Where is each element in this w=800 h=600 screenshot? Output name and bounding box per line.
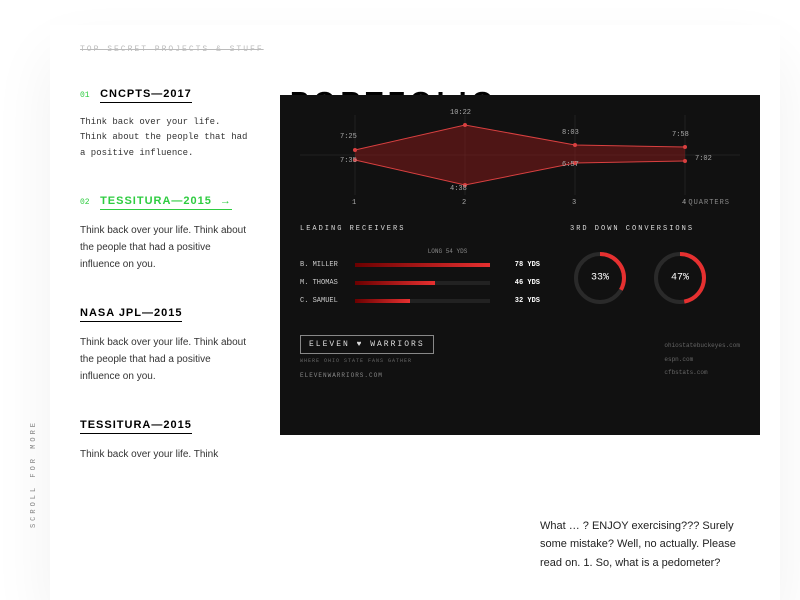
line-chart: 7:25 7:35 10:22 4:38 8:03 6:57 7:58 7:02… (300, 105, 740, 205)
chart-point-label: 7:58 (672, 131, 689, 139)
bar-chart-bar (355, 263, 490, 267)
chart-point-label: 10:22 (450, 109, 471, 117)
gauge: 33% (570, 248, 630, 308)
project-title[interactable]: NASA JPL—2015 (80, 307, 182, 322)
x-tick: 3 (572, 199, 576, 207)
source-link[interactable]: ohiostatebuckeyes.com (664, 339, 740, 352)
chart-point-label: 7:25 (340, 133, 357, 141)
chart-point-label: 7:02 (695, 155, 712, 163)
project-title[interactable]: TESSITURA—2015 (80, 419, 192, 434)
gauge: 47% (650, 248, 710, 308)
site-url[interactable]: ELEVENWARRIORS.COM (300, 372, 434, 379)
project-item[interactable]: TESSITURA—2015 Think back over your life… (80, 415, 250, 463)
long-yds-label: LONG 54 YDS (355, 248, 540, 255)
gauge-value: 47% (671, 273, 689, 284)
sources-list: ohiostatebuckeyes.com espn.com cfbstats.… (664, 339, 740, 379)
receiver-yds: 32 YDS (500, 297, 540, 305)
project-title[interactable]: CNCPTS—2017 (100, 88, 192, 103)
receiver-yds: 78 YDS (500, 261, 540, 269)
gauge-value: 33% (591, 273, 609, 284)
project-desc: Think back over your life. Think about t… (80, 115, 250, 161)
project-item[interactable]: 01 CNCPTS—2017 Think back over your life… (80, 84, 250, 161)
x-tick: 2 (462, 199, 466, 207)
project-item[interactable]: NASA JPL—2015 Think back over your life.… (80, 303, 250, 385)
section-title: LEADING RECEIVERS (300, 225, 540, 233)
x-tick: 4 (682, 199, 686, 207)
third-down-conversions: 3RD DOWN CONVERSIONS 33% 47% (570, 225, 740, 315)
logo-subtitle: WHERE OHIO STATE FANS GATHER (300, 358, 434, 364)
bar-chart-bar (355, 299, 490, 303)
chart-point-label: 4:38 (450, 185, 467, 193)
project-desc: Think back over your life. Think about t… (80, 222, 250, 273)
receiver-name: M. THOMAS (300, 279, 355, 287)
receiver-name: C. SAMUEL (300, 297, 355, 305)
arrow-right-icon: → (216, 195, 232, 207)
project-title[interactable]: TESSITURA—2015 → (100, 195, 232, 210)
receiver-row: B. MILLER 78 YDS (300, 261, 540, 269)
project-list: 01 CNCPTS—2017 Think back over your life… (80, 84, 250, 573)
body-text: What … ? ENJOY exercising??? Surely some… (540, 517, 750, 573)
analytics-panel: 7:25 7:35 10:22 4:38 8:03 6:57 7:58 7:02… (280, 95, 760, 435)
chart-point-label: 7:35 (340, 157, 357, 165)
x-tick: 1 (352, 199, 356, 207)
top-secret-label: TOP SECRET PROJECTS & STUFF (80, 45, 750, 54)
chart-point-label: 6:57 (562, 161, 579, 169)
chart-point-label: 8:03 (562, 129, 579, 137)
panel-footer-brand: ELEVEN ♥ WARRIORS WHERE OHIO STATE FANS … (300, 335, 434, 379)
scroll-for-more: SCROLL FOR MORE (30, 420, 38, 528)
receiver-row: M. THOMAS 46 YDS (300, 279, 540, 287)
source-link[interactable]: cfbstats.com (664, 366, 740, 379)
project-number: 01 (80, 91, 90, 100)
x-axis-label: QUARTERS (688, 199, 730, 207)
source-link[interactable]: espn.com (664, 353, 740, 366)
leading-receivers: LEADING RECEIVERS LONG 54 YDS B. MILLER … (300, 225, 540, 315)
receiver-name: B. MILLER (300, 261, 355, 269)
bar-chart-bar (355, 281, 490, 285)
receiver-row: C. SAMUEL 32 YDS (300, 297, 540, 305)
section-title: 3RD DOWN CONVERSIONS (570, 225, 740, 233)
project-number: 02 (80, 198, 90, 207)
project-desc: Think back over your life. Think about t… (80, 334, 250, 385)
project-desc: Think back over your life. Think (80, 446, 250, 463)
receiver-yds: 46 YDS (500, 279, 540, 287)
project-item[interactable]: 02 TESSITURA—2015 → Think back over your… (80, 191, 250, 273)
eleven-warriors-logo[interactable]: ELEVEN ♥ WARRIORS (300, 335, 434, 354)
